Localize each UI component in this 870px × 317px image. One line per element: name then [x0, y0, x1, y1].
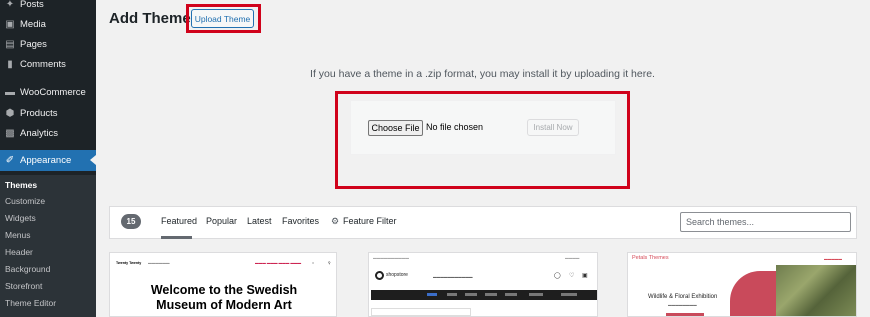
theme-count-badge: 15 — [121, 214, 141, 229]
active-tab-indicator — [161, 236, 192, 239]
submenu-item-widgets[interactable]: Widgets — [5, 213, 36, 223]
tab-favorites[interactable]: Favorites — [282, 216, 319, 226]
submenu-item-menus[interactable]: Menus — [5, 230, 31, 240]
theme-preview-heading: Wildlife & Floral Exhibition — [648, 294, 718, 300]
comments-icon: ▮ — [7, 58, 13, 70]
install-now-button[interactable]: Install Now — [527, 119, 579, 136]
sidebar-item-analytics[interactable]: ▩ Analytics — [0, 123, 96, 143]
cart-icon: ◯ — [554, 273, 561, 279]
bag-icon: ▣ — [582, 273, 588, 279]
sidebar-item-label: Media — [20, 18, 46, 30]
theme-preview-brand: Petals Themes — [632, 255, 669, 261]
tab-featured[interactable]: Featured — [161, 216, 197, 226]
theme-preview-brand: Twenty Twenty — [116, 261, 142, 265]
sidebar-item-products[interactable]: ⬢ Products — [0, 103, 96, 123]
search-themes-input[interactable] — [680, 212, 851, 232]
tab-popular[interactable]: Popular — [206, 216, 237, 226]
sidebar-item-label: Products — [20, 107, 58, 119]
theme-card-twenty-twenty[interactable]: Twenty Twenty ▬▬▬▬▬▬ ▬▬▬ ▬▬▬ ▬▬▬ ▬▬▬ ○ ⚲… — [109, 252, 337, 317]
sidebar-item-posts[interactable]: ✦ Posts — [0, 0, 96, 14]
wishlist-icon: ♡ — [569, 273, 575, 279]
sidebar-item-woocommerce[interactable]: ▬ WooCommerce — [0, 82, 96, 102]
sidebar-item-media[interactable]: ▣ Media — [0, 14, 96, 34]
theme-card-shopstore[interactable]: ▬▬▬▬▬▬▬▬▬▬ ▬▬▬▬ shopstore ▬▬▬▬▬▬▬▬▬▬▬ ◯ … — [368, 252, 598, 317]
admin-sidebar: ✦ Posts ▣ Media ▤ Pages ▮ Comments ▬ Woo… — [0, 0, 96, 317]
choose-file-button[interactable]: Choose File — [368, 120, 423, 136]
tab-latest[interactable]: Latest — [247, 216, 272, 226]
sidebar-item-pages[interactable]: ▤ Pages — [0, 34, 96, 54]
pin-icon: ✦ — [5, 0, 15, 10]
sidebar-item-appearance[interactable]: ✐ Appearance — [0, 150, 96, 171]
submenu-item-background[interactable]: Background — [5, 264, 50, 274]
products-icon: ⬢ — [5, 107, 15, 119]
woocommerce-icon: ▬ — [5, 86, 15, 98]
analytics-icon: ▩ — [5, 127, 15, 139]
submenu-item-theme-editor[interactable]: Theme Editor — [5, 298, 56, 308]
brush-icon: ✐ — [5, 155, 15, 166]
upload-theme-button[interactable]: Upload Theme — [191, 9, 254, 28]
submenu-item-header[interactable]: Header — [5, 247, 33, 257]
theme-card-petals[interactable]: Petals Themes ▬▬▬▬▬ ▬▬▬ ▬▬▬ Wildlife & F… — [627, 252, 857, 317]
submenu-item-storefront[interactable]: Storefront — [5, 281, 42, 291]
upload-instruction: If you have a theme in a .zip format, yo… — [310, 68, 655, 80]
sidebar-item-label: Appearance — [20, 155, 72, 166]
submenu-item-themes[interactable]: Themes — [5, 180, 37, 190]
file-status-text: No file chosen — [426, 122, 484, 132]
appearance-submenu: Themes Customize Widgets Menus Header Ba… — [0, 175, 96, 317]
sidebar-item-label: WooCommerce — [20, 86, 86, 98]
search-icon: ⚲ — [328, 261, 331, 265]
pages-icon: ▤ — [5, 38, 15, 50]
theme-preview-heading: Welcome to the Swedish Museum of Modern … — [150, 283, 298, 312]
store-logo-icon — [375, 271, 384, 280]
sidebar-item-label: Analytics — [20, 127, 59, 139]
submenu-item-customize[interactable]: Customize — [5, 196, 45, 206]
feature-filter-button[interactable]: Feature Filter — [343, 216, 397, 226]
theme-preview-nav — [371, 290, 597, 300]
sidebar-item-label: Pages — [20, 38, 47, 50]
sidebar-item-label: Comments — [20, 58, 66, 70]
theme-preview-photo — [776, 265, 856, 316]
sidebar-item-comments[interactable]: ▮ Comments — [0, 54, 96, 74]
theme-preview-brand: shopstore — [386, 272, 408, 278]
gear-icon[interactable]: ⚙ — [331, 216, 339, 227]
media-icon: ▣ — [5, 18, 15, 30]
sidebar-item-label: Posts — [20, 0, 44, 10]
